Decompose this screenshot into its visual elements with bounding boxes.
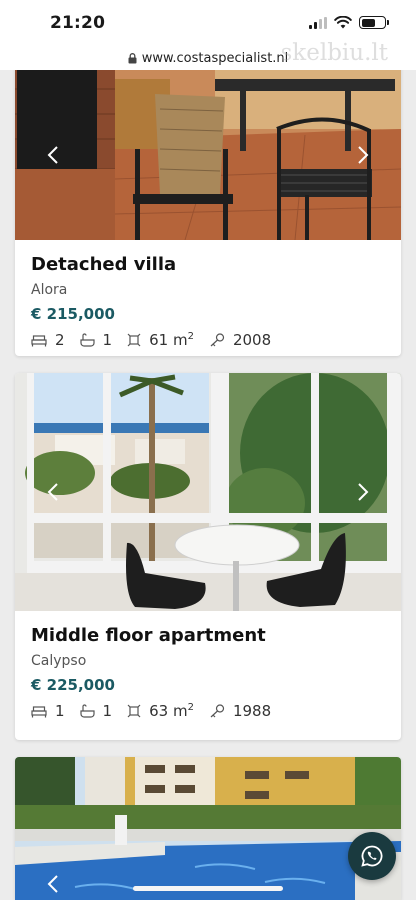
key-icon [210, 333, 225, 347]
bathrooms-count: 1 [102, 331, 113, 349]
area-feature: 61 m2 [127, 331, 194, 349]
area-feature: 63 m2 [127, 702, 194, 720]
chevron-right-icon [358, 483, 369, 501]
listing-photo[interactable] [15, 757, 401, 900]
pool-photo [15, 757, 401, 900]
watermark: skelbiu.lt [280, 40, 388, 66]
listing-card[interactable]: Middle floor apartment Calypso € 225,000… [15, 373, 401, 740]
villa-interior-photo [15, 69, 401, 240]
listing-features: 2 1 61 m2 2008 [31, 331, 385, 349]
cellular-signal-icon [309, 16, 327, 29]
bathrooms-feature: 1 [79, 702, 113, 720]
bedrooms-feature: 2 [31, 331, 65, 349]
chevron-right-icon [358, 145, 369, 164]
key-icon [210, 704, 225, 718]
listing-info: Middle floor apartment Calypso € 225,000… [15, 611, 401, 720]
apartment-view-photo [15, 373, 401, 611]
chevron-left-icon [47, 875, 58, 893]
year-value: 2008 [232, 331, 272, 349]
bed-icon [31, 705, 47, 717]
url-text: www.costaspecialist.nl [141, 50, 289, 66]
area-icon [127, 704, 141, 718]
chevron-left-icon [47, 483, 58, 501]
chevron-left-icon [47, 145, 58, 164]
area-icon [127, 333, 141, 347]
lock-icon [128, 52, 137, 63]
listing-price: € 225,000 [31, 676, 115, 694]
battery-icon [359, 16, 389, 29]
listing-location: Alora [31, 282, 68, 298]
photo-next-button[interactable] [353, 478, 373, 506]
status-icons [309, 16, 389, 29]
bathrooms-count: 1 [102, 702, 113, 720]
listing-title[interactable]: Detached villa [31, 254, 385, 275]
year-value: 1988 [232, 702, 272, 720]
status-time: 21:20 [50, 13, 106, 33]
listing-card[interactable] [15, 757, 401, 900]
photo-prev-button[interactable] [43, 141, 63, 169]
home-indicator [133, 886, 283, 891]
bath-icon [79, 704, 95, 718]
bedrooms-feature: 1 [31, 702, 65, 720]
area-value: 61 m2 [149, 331, 194, 349]
bed-icon [31, 334, 47, 346]
listing-title[interactable]: Middle floor apartment [31, 625, 385, 646]
year-feature: 2008 [209, 331, 271, 349]
bedrooms-count: 1 [55, 702, 65, 720]
bathrooms-feature: 1 [79, 331, 113, 349]
photo-prev-button[interactable] [43, 478, 63, 506]
listing-photo[interactable] [15, 69, 401, 240]
year-feature: 1988 [209, 702, 271, 720]
listing-location: Calypso [31, 653, 87, 669]
listing-photo[interactable] [15, 373, 401, 611]
wifi-icon [334, 16, 352, 29]
photo-prev-button[interactable] [43, 870, 63, 898]
listing-price: € 215,000 [31, 305, 115, 323]
listing-features: 1 1 63 m2 1988 [31, 702, 385, 720]
bath-icon [79, 333, 95, 347]
listing-card[interactable]: Detached villa Alora € 215,000 2 1 61 m2… [15, 56, 401, 356]
whatsapp-button[interactable] [348, 832, 396, 880]
area-value: 63 m2 [149, 702, 194, 720]
bedrooms-count: 2 [55, 331, 65, 349]
listing-info: Detached villa Alora € 215,000 2 1 61 m2… [15, 240, 401, 349]
whatsapp-icon [361, 845, 383, 867]
photo-next-button[interactable] [353, 141, 373, 169]
